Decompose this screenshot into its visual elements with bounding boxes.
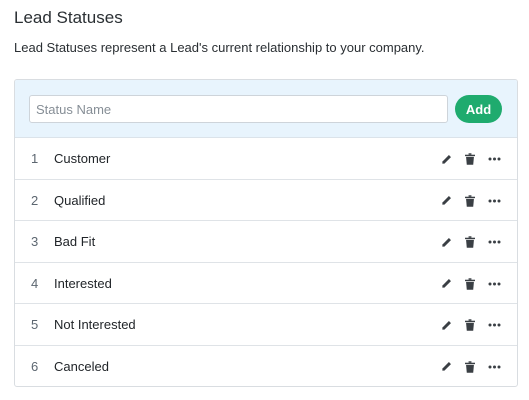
status-row: 6 Canceled	[15, 346, 517, 387]
status-label: Not Interested	[54, 317, 136, 332]
status-row: 2 Qualified	[15, 180, 517, 221]
trash-icon[interactable]	[463, 318, 477, 332]
row-actions	[439, 277, 501, 291]
trash-icon[interactable]	[463, 152, 477, 166]
add-button[interactable]: Add	[455, 95, 502, 123]
status-label: Customer	[54, 151, 111, 166]
trash-icon[interactable]	[463, 194, 477, 208]
status-row: 4 Interested	[15, 263, 517, 304]
row-number: 1	[31, 151, 39, 166]
status-row: 5 Not Interested	[15, 304, 517, 346]
status-label: Qualified	[54, 192, 106, 208]
row-actions	[439, 235, 501, 249]
row-actions	[439, 152, 501, 166]
row-number: 5	[31, 317, 39, 332]
status-name-input[interactable]	[29, 95, 448, 123]
more-dots-icon[interactable]	[487, 152, 501, 166]
more-dots-icon[interactable]	[487, 360, 501, 374]
row-number: 3	[31, 234, 39, 249]
lead-statuses-panel: Add 1 Customer 2 Qualified 3 Bad Fit	[14, 79, 518, 387]
more-dots-icon[interactable]	[487, 277, 501, 291]
status-label: Bad Fit	[54, 234, 96, 249]
status-label: Canceled	[54, 358, 109, 374]
row-actions	[439, 360, 501, 374]
row-number: 2	[31, 192, 39, 208]
status-row: 3 Bad Fit	[15, 221, 517, 263]
trash-icon[interactable]	[463, 235, 477, 249]
row-number: 4	[31, 275, 39, 291]
add-status-bar: Add	[15, 80, 517, 138]
status-list: 1 Customer 2 Qualified 3 Bad Fit 4 Inter…	[15, 138, 517, 387]
trash-icon[interactable]	[463, 360, 477, 374]
more-dots-icon[interactable]	[487, 235, 501, 249]
row-actions	[439, 194, 501, 208]
pencil-icon[interactable]	[439, 360, 453, 374]
row-number: 6	[31, 358, 39, 374]
pencil-icon[interactable]	[439, 277, 453, 291]
pencil-icon[interactable]	[439, 194, 453, 208]
row-actions	[439, 318, 501, 332]
page-description: Lead Statuses represent a Lead's current…	[14, 40, 425, 55]
page-title: Lead Statuses	[14, 8, 123, 27]
more-dots-icon[interactable]	[487, 318, 501, 332]
more-dots-icon[interactable]	[487, 194, 501, 208]
status-label: Interested	[54, 275, 112, 291]
pencil-icon[interactable]	[439, 318, 453, 332]
status-row: 1 Customer	[15, 138, 517, 180]
pencil-icon[interactable]	[439, 152, 453, 166]
trash-icon[interactable]	[463, 277, 477, 291]
pencil-icon[interactable]	[439, 235, 453, 249]
